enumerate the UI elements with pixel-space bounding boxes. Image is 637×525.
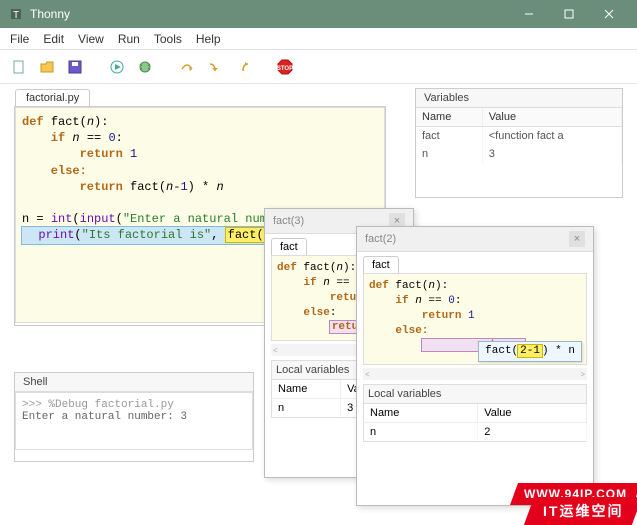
frame-fact-2[interactable]: fact(2)× fact def fact(n): if n == 0: re…	[356, 226, 594, 506]
step-out-icon[interactable]	[232, 56, 254, 78]
open-file-icon[interactable]	[36, 56, 58, 78]
titlebar: T Thonny	[0, 0, 637, 28]
step-over-icon[interactable]	[176, 56, 198, 78]
window-title: Thonny	[30, 7, 509, 21]
step-into-icon[interactable]	[204, 56, 226, 78]
frame2-local-vars: Local variables NameValue n2	[363, 384, 587, 442]
frame2-tab[interactable]: fact	[363, 256, 399, 273]
scrollbar[interactable]: <>	[363, 368, 587, 380]
close-icon[interactable]: ×	[569, 231, 585, 247]
workspace: factorial.py def fact(n): if n == 0: ret…	[0, 84, 637, 525]
table-row: n3	[416, 145, 622, 163]
variables-table: NameValue fact<function fact a n3	[416, 108, 622, 163]
variables-header: Variables	[416, 89, 622, 108]
menubar: File Edit View Run Tools Help	[0, 28, 637, 50]
save-icon[interactable]	[64, 56, 86, 78]
system-buttons	[509, 0, 629, 28]
svg-text:STOP: STOP	[277, 66, 293, 72]
menu-help[interactable]: Help	[196, 32, 221, 46]
menu-tools[interactable]: Tools	[154, 32, 182, 46]
shell-header: Shell	[15, 373, 253, 392]
table-row: fact<function fact a	[416, 127, 622, 146]
menu-run[interactable]: Run	[118, 32, 140, 46]
frame3-tab[interactable]: fact	[271, 238, 307, 255]
app-icon: T	[8, 6, 24, 22]
menu-file[interactable]: File	[10, 32, 29, 46]
toolbar: STOP	[0, 50, 637, 84]
editor-tab[interactable]: factorial.py	[15, 89, 90, 106]
table-row: n2	[364, 423, 587, 442]
variables-panel: Variables NameValue fact<function fact a…	[415, 88, 623, 198]
frame2-title[interactable]: fact(2)×	[357, 227, 593, 252]
stop-icon[interactable]: STOP	[274, 56, 296, 78]
maximize-button[interactable]	[549, 0, 589, 28]
minimize-button[interactable]	[509, 0, 549, 28]
shell-panel: Shell >>> %Debug factorial.py Enter a na…	[14, 372, 254, 462]
col-name[interactable]: Name	[416, 108, 482, 127]
col-value[interactable]: Value	[482, 108, 621, 127]
menu-edit[interactable]: Edit	[43, 32, 64, 46]
eval-tooltip: fact(2-1) * n	[478, 341, 582, 362]
menu-view[interactable]: View	[78, 32, 104, 46]
debug-icon[interactable]	[134, 56, 156, 78]
run-icon[interactable]	[106, 56, 128, 78]
current-line-highlight: print("Its factorial is", fact(3))	[22, 227, 289, 243]
shell-body[interactable]: >>> %Debug factorial.py Enter a natural …	[15, 392, 253, 450]
new-file-icon[interactable]	[8, 56, 30, 78]
close-button[interactable]	[589, 0, 629, 28]
frame2-code[interactable]: def fact(n): if n == 0: return 1 else: r…	[363, 273, 587, 365]
svg-text:T: T	[13, 10, 19, 21]
